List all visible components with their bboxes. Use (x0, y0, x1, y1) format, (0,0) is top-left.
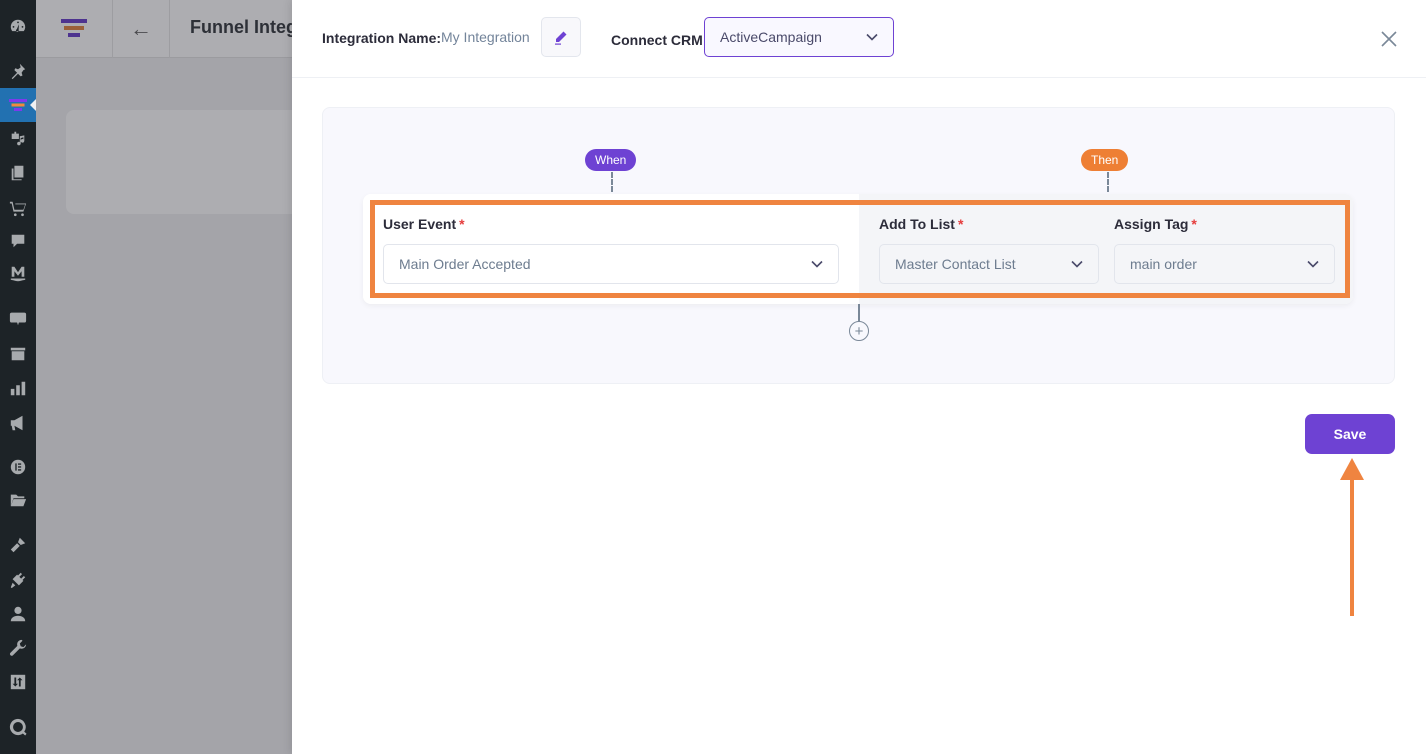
assign-tag-select[interactable]: main order (1114, 244, 1335, 284)
megaphone-icon[interactable] (0, 408, 36, 438)
integration-name-value: My Integration (441, 29, 530, 45)
q-icon[interactable] (0, 712, 36, 742)
pages-icon[interactable] (0, 158, 36, 188)
analytics-icon[interactable] (0, 373, 36, 403)
woo-icon[interactable] (0, 303, 36, 333)
add-step-button[interactable]: + (849, 321, 869, 341)
automation-canvas: When Then User Event * Main Order Accepte… (322, 107, 1395, 384)
then-badge: Then (1081, 149, 1129, 171)
drawer-header: Integration Name: My Integration Connect… (292, 0, 1426, 78)
pin-icon[interactable] (0, 56, 36, 86)
archive-icon[interactable] (0, 339, 36, 369)
action-section: Add To List * Master Contact List Assign … (859, 194, 1353, 304)
then-connector (1107, 172, 1109, 192)
required-marker: * (1191, 216, 1197, 232)
crm-select-value: ActiveCampaign (720, 29, 822, 45)
connect-crm-label: Connect CRM (611, 32, 703, 48)
mail-icon[interactable] (0, 259, 36, 289)
funnel-icon[interactable] (0, 88, 36, 122)
elementor-icon[interactable] (0, 452, 36, 482)
folder-icon[interactable] (0, 485, 36, 515)
edit-name-button[interactable] (541, 17, 581, 57)
integration-name-label: Integration Name: (322, 30, 442, 46)
user-event-value: Main Order Accepted (399, 256, 531, 272)
automation-step: User Event * Main Order Accepted Add To L… (363, 194, 1353, 304)
user-icon[interactable] (0, 599, 36, 629)
chevron-down-icon (1307, 260, 1319, 268)
close-icon[interactable] (1378, 28, 1400, 50)
user-event-label: User Event * (383, 216, 465, 232)
comments-icon[interactable] (0, 226, 36, 256)
assign-tag-value: main order (1130, 256, 1197, 272)
crm-select[interactable]: ActiveCampaign (704, 17, 894, 57)
chevron-down-icon (866, 33, 878, 41)
add-to-list-value: Master Contact List (895, 256, 1016, 272)
annotation-arrow-icon (1340, 458, 1364, 616)
when-connector (611, 172, 613, 192)
assign-tag-label: Assign Tag * (1114, 216, 1197, 232)
required-marker: * (459, 216, 465, 232)
wp-admin-sidebar (0, 0, 36, 754)
user-event-select[interactable]: Main Order Accepted (383, 244, 839, 284)
plus-icon: + (854, 322, 864, 340)
add-step-connector (858, 304, 860, 322)
dashboard-icon[interactable] (0, 11, 36, 41)
add-to-list-select[interactable]: Master Contact List (879, 244, 1099, 284)
save-button[interactable]: Save (1305, 414, 1395, 454)
plugin-icon[interactable] (0, 565, 36, 595)
required-marker: * (957, 216, 964, 232)
brush-icon[interactable] (0, 530, 36, 560)
wrench-icon[interactable] (0, 633, 36, 663)
cart-icon[interactable] (0, 193, 36, 223)
chevron-down-icon (811, 260, 823, 268)
add-to-list-label: Add To List * (879, 216, 964, 232)
chevron-down-icon (1071, 260, 1083, 268)
settings-icon[interactable] (0, 667, 36, 697)
pencil-icon (555, 31, 567, 45)
trigger-section: User Event * Main Order Accepted (363, 194, 859, 304)
when-badge: When (585, 149, 637, 171)
integration-drawer: Integration Name: My Integration Connect… (292, 0, 1426, 754)
media-icon[interactable] (0, 124, 36, 154)
